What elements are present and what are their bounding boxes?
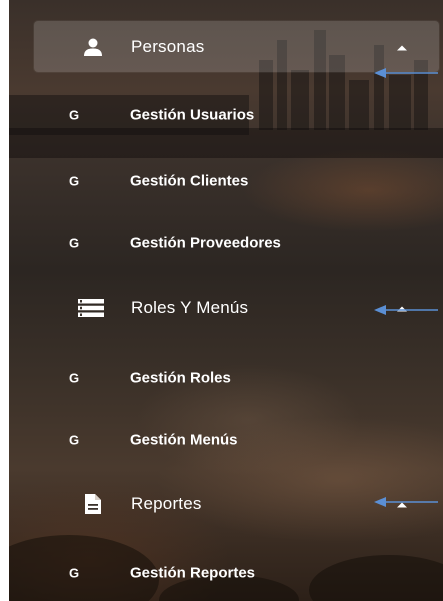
menu-item-gestion-reportes[interactable]: G Gestión Reportes — [34, 555, 434, 591]
item-prefix: G — [69, 235, 80, 251]
item-prefix: G — [69, 370, 80, 386]
menu-item-gestion-menus[interactable]: G Gestión Menús — [34, 422, 434, 458]
user-icon — [84, 38, 102, 56]
menu-item-gestion-clientes[interactable]: G Gestión Clientes — [34, 163, 434, 199]
menu-item-gestion-proveedores[interactable]: G Gestión Proveedores — [34, 225, 434, 261]
sidebar-menu: Personas G Gestión Usuarios G Gestión Cl… — [9, 0, 443, 601]
caret-up-icon[interactable] — [397, 45, 407, 50]
item-label: Gestión Menús — [130, 431, 238, 449]
item-label: Gestión Reportes — [130, 564, 256, 582]
item-label: Gestión Clientes — [130, 172, 249, 190]
document-icon — [85, 494, 101, 514]
list-icon — [78, 299, 104, 317]
menu-group-label: Roles Y Menús — [131, 298, 249, 317]
item-prefix: G — [69, 565, 80, 581]
item-label: Gestión Roles — [130, 369, 231, 387]
annotation-arrow-icon — [374, 305, 438, 315]
item-prefix: G — [69, 432, 80, 448]
item-prefix: G — [69, 107, 80, 123]
item-prefix: G — [69, 173, 80, 189]
navigation-menu: Personas G Gestión Usuarios G Gestión Cl… — [9, 0, 443, 601]
menu-group-label: Personas — [131, 36, 205, 56]
menu-group-label: Reportes — [131, 494, 202, 513]
menu-item-gestion-roles[interactable]: G Gestión Roles — [34, 360, 434, 396]
item-label: Gestión Usuarios — [130, 106, 255, 124]
item-label: Gestión Proveedores — [130, 234, 281, 252]
menu-group-personas[interactable]: Personas — [34, 21, 439, 72]
annotation-arrow-icon — [374, 497, 438, 507]
annotation-arrow-icon — [374, 68, 438, 78]
menu-item-gestion-usuarios[interactable]: G Gestión Usuarios — [34, 97, 434, 133]
